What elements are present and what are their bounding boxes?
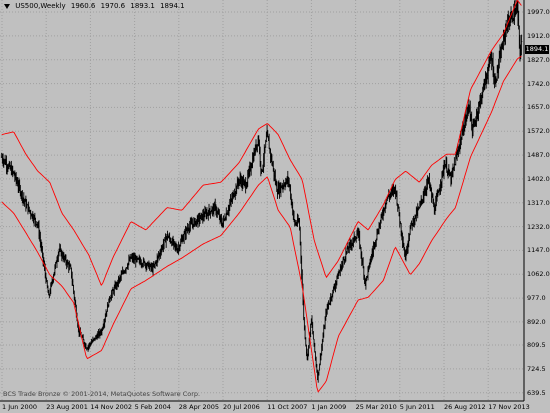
x-tick-label: 20 Jul 2006 xyxy=(223,403,260,411)
x-tick-label: 5 Jun 2011 xyxy=(399,403,435,411)
y-tick-label: 1402.0 xyxy=(527,174,550,183)
y-tick-label: 809.5 xyxy=(527,341,546,350)
y-tick-label: 1062.0 xyxy=(527,270,550,279)
x-tick-label: 23 Aug 2001 xyxy=(46,403,88,411)
y-tick-label: 1232.0 xyxy=(527,222,550,231)
y-tick-label: 1912.0 xyxy=(527,31,550,40)
y-tick-label: 1147.0 xyxy=(527,246,550,255)
x-tick-label: 11 Oct 2007 xyxy=(267,403,308,411)
y-tick-label: 639.5 xyxy=(527,388,546,397)
ohlc-open: 1960.6 xyxy=(70,2,96,10)
x-tick-label: 1 Jun 2000 xyxy=(2,403,37,411)
ohlc-low: 1893.1 xyxy=(130,2,155,10)
x-tick-label: 26 Aug 2012 xyxy=(444,403,486,411)
chart-plot-area[interactable] xyxy=(0,0,550,413)
y-tick-label: 1487.0 xyxy=(527,151,550,160)
ohlc-close: 1894.1 xyxy=(160,2,185,10)
y-tick-label: 892.0 xyxy=(527,317,546,326)
ohlc-high: 1970.6 xyxy=(100,2,126,10)
y-tick-label: 1572.0 xyxy=(527,127,550,136)
copyright-text: BCS Trade Bronze © 2001-2014, MetaQuotes… xyxy=(3,390,201,398)
x-tick-label: 25 Mar 2010 xyxy=(355,403,397,411)
y-tick-label: 1827.0 xyxy=(527,55,550,64)
x-tick-label: 17 Nov 2013 xyxy=(488,403,530,411)
chart-window[interactable]: US500,Weekly 1960.6 1970.6 1893.1 1894.1… xyxy=(0,0,550,413)
y-tick-label: 1657.0 xyxy=(527,103,550,112)
symbol-arrow-icon xyxy=(4,3,10,9)
x-tick-label: 5 Feb 2004 xyxy=(134,403,171,411)
y-tick-label: 1742.0 xyxy=(527,79,550,88)
y-tick-label: 1997.0 xyxy=(527,8,550,17)
y-tick-label: 724.5 xyxy=(527,364,546,373)
current-price-tag: 1894.1 xyxy=(525,45,549,54)
symbol-name: US500,Weekly xyxy=(15,2,66,10)
x-tick-label: 1 Jan 2009 xyxy=(311,403,347,411)
chart-title: US500,Weekly 1960.6 1970.6 1893.1 1894.1 xyxy=(4,2,188,10)
x-tick-label: 14 Nov 2002 xyxy=(90,403,133,411)
x-tick-label: 28 Apr 2005 xyxy=(178,403,219,411)
y-tick-label: 1317.0 xyxy=(527,198,550,207)
y-tick-label: 977.0 xyxy=(527,294,546,303)
